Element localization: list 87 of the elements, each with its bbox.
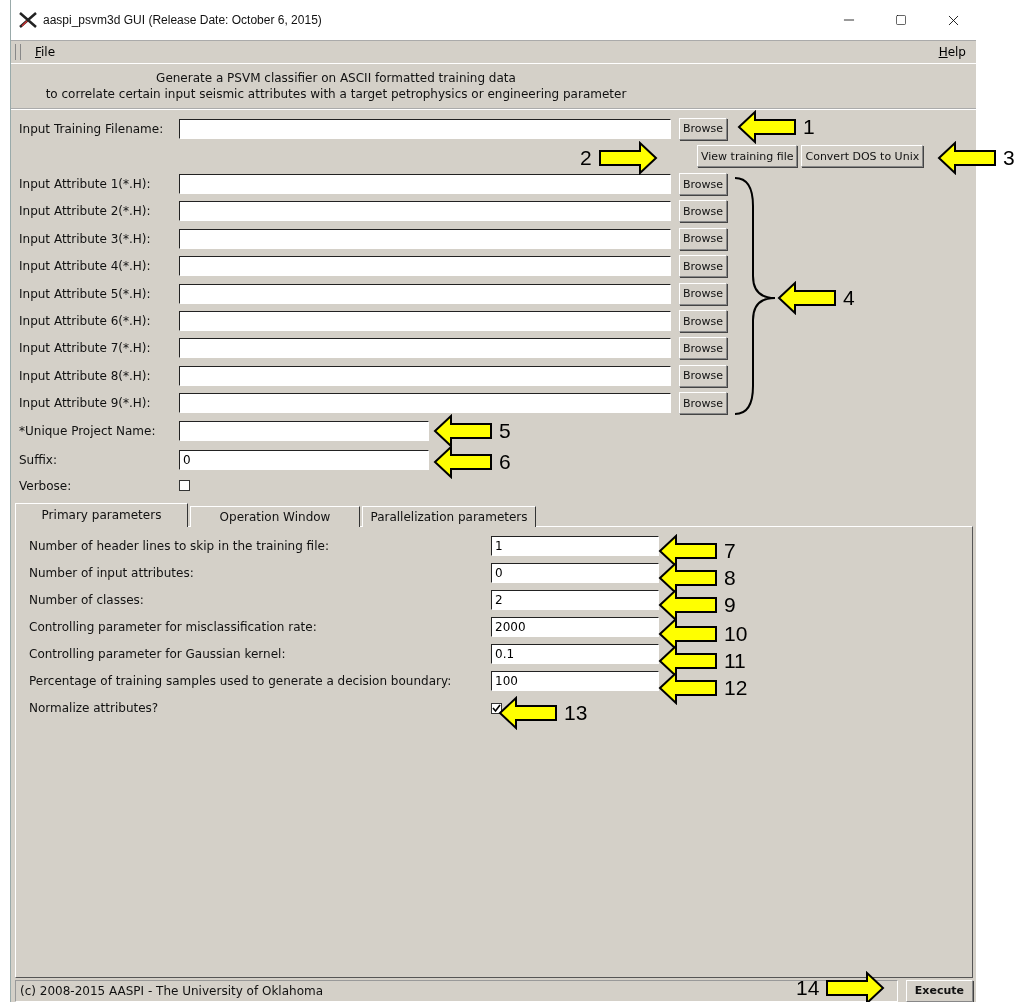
callout-arrow [937,141,997,175]
header-text: to correlate certain input seismic attributes with a target petrophysics or engineering parameter [44,86,628,102]
browse-button[interactable]: Browse [679,364,728,387]
callout-number: 11 [724,649,746,673]
field-label: Number of input attributes: [29,566,195,581]
tab[interactable]: Parallelization parameters [362,505,536,527]
field-label: Input Attribute 6(*.H): [19,314,152,329]
callout-arrow [825,971,886,1002]
input-field[interactable]: 0 [491,563,659,584]
input-field[interactable] [179,283,671,304]
browse-button[interactable]: Browse [679,227,728,250]
field-label: Suffix: [19,453,58,468]
callout-arrow [658,671,718,705]
callout-number: 2 [580,146,592,170]
browse-button[interactable]: Browse [679,392,728,415]
callout-number: 6 [499,450,511,474]
field-label: Number of header lines to skip in the training file: [29,539,330,554]
field-label: Input Attribute 9(*.H): [19,396,152,411]
callout-arrow [777,281,837,315]
input-field[interactable] [179,365,671,386]
browse-button[interactable]: Browse [679,200,728,223]
callout-number: 5 [499,419,511,443]
field-label: Input Attribute 8(*.H): [19,368,152,383]
browse-button[interactable]: Browse [679,255,728,278]
callout-number: 7 [724,539,736,563]
field-label: Verbose: [19,478,73,493]
browse-button[interactable]: Browse [679,282,728,305]
input-field[interactable]: 100 [491,671,659,692]
input-field[interactable] [179,201,671,222]
menu-item[interactable]: Help [936,45,968,59]
browse-button[interactable]: Browse [679,173,728,196]
action-button[interactable]: Convert DOS to Unix [801,145,924,168]
callout-number: 13 [564,701,588,725]
callout-arrow [658,588,718,622]
browse-button[interactable]: Browse [679,337,728,360]
field-label: *Unique Project Name: [19,424,157,439]
input-field[interactable] [179,338,671,359]
app-logo-icon [19,12,37,28]
checkbox[interactable] [179,480,190,492]
field-label: Normalize attributes? [29,701,160,716]
field-label: Percentage of training samples used to generate a decision boundary: [29,674,453,689]
callout-number: 8 [724,566,736,590]
input-field[interactable]: 0 [179,450,429,471]
maximize-icon[interactable] [895,14,907,26]
field-label: Input Training Filename: [19,121,165,136]
input-field[interactable] [179,421,429,442]
callout-number: 3 [1003,146,1014,170]
field-label: Controlling parameter for Gaussian kernel: [29,647,287,662]
input-field[interactable] [179,118,671,139]
field-label: Input Attribute 4(*.H): [19,259,152,274]
field-label: Input Attribute 1(*.H): [19,177,152,192]
input-field[interactable] [179,311,671,332]
callout-arrow [433,414,493,448]
browse-button[interactable]: Browse [679,310,728,333]
input-field[interactable]: 0.1 [491,644,659,665]
field-label: Input Attribute 2(*.H): [19,204,152,219]
header-text: Generate a PSVM classifier on ASCII formatted training data [155,70,517,86]
input-field[interactable]: 1 [491,536,659,557]
callout-arrow [737,110,797,144]
tab[interactable]: Primary parameters [15,502,188,527]
input-field[interactable]: 2000 [491,617,659,638]
input-field[interactable] [179,393,671,414]
input-field[interactable]: 2 [491,590,659,611]
callout-number: 9 [724,593,736,617]
callout-number: 12 [724,676,748,700]
input-field[interactable] [179,256,671,277]
field-label: Input Attribute 7(*.H): [19,341,152,356]
callout-number: 4 [843,286,855,310]
field-label: Controlling parameter for misclassification rate: [29,620,318,635]
callout-number: 1 [803,115,815,139]
browse-button[interactable]: Browse [679,117,728,140]
callout-number: 14 [796,976,820,1000]
grip-icon [15,44,21,60]
action-button[interactable]: View training file [697,145,798,168]
field-label: Input Attribute 5(*.H): [19,286,152,301]
callout-arrow [498,696,558,730]
callout-arrow [597,141,658,175]
callout-number: 10 [724,622,748,646]
tab[interactable]: Operation Window [190,505,360,527]
window-title: aaspi_psvm3d GUI (Release Date: October 6, 2015) [43,13,323,27]
callout-arrow [433,445,493,479]
input-field[interactable] [179,174,671,195]
input-field[interactable] [179,228,671,249]
execute-button[interactable]: Execute [905,979,973,1002]
field-label: Number of classes: [29,593,145,608]
field-label: Input Attribute 3(*.H): [19,231,152,246]
menu-item[interactable]: File [33,45,58,59]
